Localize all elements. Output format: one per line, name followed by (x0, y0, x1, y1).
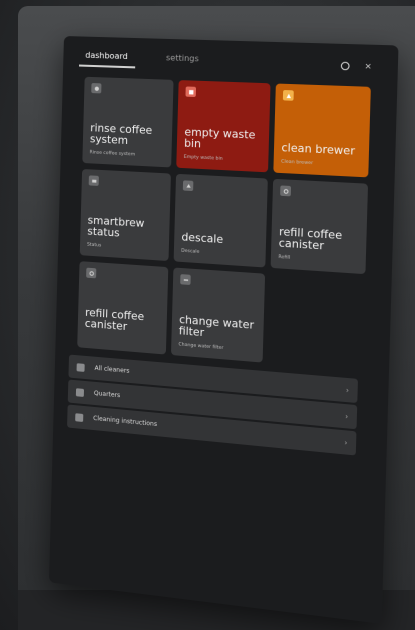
cleaners-icon (76, 362, 85, 372)
bin-icon (185, 86, 197, 98)
brewer-icon (282, 89, 294, 101)
list-item-label: Cleaning instructions (93, 414, 158, 429)
maintenance-list: All cleaners › Quarters › Cleaning instr… (67, 354, 358, 458)
tile-title: rinse coffee system (89, 122, 153, 148)
canister-icon (280, 185, 292, 197)
tile-smartbrew-status[interactable]: smartbrew status Status (79, 168, 171, 262)
tile-title: smartbrew status (87, 214, 145, 240)
tile-subtitle: Clean brewer (280, 159, 314, 167)
list-item-label: All cleaners (94, 364, 130, 375)
descale-icon (182, 180, 194, 192)
circle-icon[interactable] (340, 61, 350, 71)
tile-subtitle: Change water filter (178, 342, 224, 352)
tile-title: clean brewer (281, 141, 356, 158)
status-icon (88, 175, 99, 186)
tile-change-water-filter[interactable]: change water filter Change water filter (170, 267, 266, 363)
close-icon[interactable]: × (363, 61, 374, 72)
quarters-icon (75, 387, 85, 397)
tab-settings[interactable]: settings (166, 53, 199, 63)
chevron-right-icon: › (345, 385, 350, 395)
canister-icon (86, 267, 97, 279)
tile-title: empty waste bin (183, 126, 256, 151)
window-controls: × (340, 61, 374, 73)
tile-refill-coffee-canister-2[interactable]: refill coffee canister (77, 261, 169, 355)
list-item-label: Quarters (93, 389, 121, 400)
tab-dashboard[interactable]: dashboard (85, 51, 128, 61)
tab-bar: dashboard settings × (71, 44, 389, 81)
rinse-icon (91, 83, 102, 94)
tile-title: refill coffee canister (84, 306, 145, 334)
tile-title: change water filter (178, 313, 255, 340)
instructions-icon (75, 412, 84, 422)
tile-subtitle: Refill (278, 254, 291, 261)
tile-title: descale (181, 231, 224, 247)
tile-rinse-coffee-system[interactable]: rinse coffee system Rinse coffee system (82, 76, 174, 168)
tile-empty-waste-bin[interactable]: empty waste bin Empty waste bin (176, 80, 271, 173)
filter-icon (180, 274, 191, 286)
tile-clean-brewer[interactable]: clean brewer Clean brewer (273, 83, 371, 178)
chevron-right-icon: › (344, 438, 348, 447)
tile-descale[interactable]: descale Descale (173, 173, 268, 268)
tile-subtitle: Empty waste bin (183, 154, 223, 162)
tile-title: refill coffee canister (278, 225, 343, 253)
tile-subtitle: Status (86, 242, 102, 249)
tile-subtitle: Rinse coffee system (89, 150, 136, 158)
tile-subtitle: Descale (181, 248, 200, 255)
coffee-machine-screen: dashboard settings × rinse coffee system… (48, 36, 399, 624)
chevron-right-icon: › (344, 411, 349, 421)
tile-refill-coffee-canister[interactable]: refill coffee canister Refill (270, 178, 369, 275)
